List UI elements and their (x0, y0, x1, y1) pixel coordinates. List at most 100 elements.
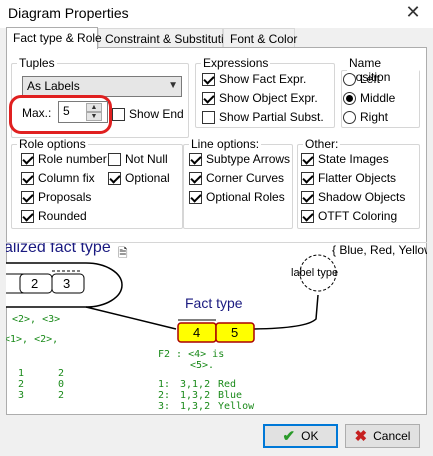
checkbox-label: Subtype Arrows (206, 152, 291, 166)
column-fix-checkbox[interactable]: Column fix (21, 171, 95, 185)
tuples-display-select[interactable]: As Labels ▼ (22, 76, 182, 97)
check-icon: ✔ (282, 428, 296, 445)
tab-font-color[interactable]: Font & Color (223, 28, 298, 48)
shadow-objects-checkbox[interactable]: Shadow Objects (301, 190, 405, 204)
fact-expression: <5>. (190, 360, 215, 371)
tuple-line: <1>, <2>, (6, 334, 59, 345)
rounded-checkbox[interactable]: Rounded (21, 209, 87, 223)
subtype-arrows-checkbox[interactable]: Subtype Arrows (189, 152, 290, 166)
checkbox-box (301, 152, 314, 166)
window-title: Diagram Properties (8, 5, 129, 21)
position-left-radio[interactable]: Left (343, 72, 380, 86)
checkbox-box (108, 171, 121, 185)
tab-label: Font & Color (230, 32, 298, 46)
state-images-checkbox[interactable]: State Images (301, 152, 389, 166)
radio-label: Right (360, 110, 389, 124)
radio-label: Left (360, 72, 381, 86)
checkbox-label: Rounded (38, 209, 87, 223)
tab-label: Constraint & Substitution (105, 32, 238, 46)
show-partial-subst-checkbox[interactable]: Show Partial Subst. (202, 110, 324, 124)
connector-line (85, 306, 177, 330)
chevron-down-icon: ▼ (168, 80, 178, 91)
label-type-text: label type (291, 267, 339, 279)
cancel-x-icon: ✖ (354, 428, 368, 445)
checkbox-box (301, 190, 314, 204)
checkbox-label: Shadow Objects (318, 190, 406, 204)
checkbox-label: Role number (38, 152, 107, 166)
ok-button[interactable]: ✔ OK (263, 424, 338, 448)
checkbox-box (21, 171, 34, 185)
right-table-cell: Blue (218, 390, 243, 401)
checkbox-label: Corner Curves (206, 171, 285, 185)
right-table-cell: 3: (158, 401, 171, 412)
otft-coloring-checkbox[interactable]: OTFT Coloring (301, 209, 397, 223)
right-table-cell: Yellow (218, 401, 255, 412)
checkbox-box (189, 171, 202, 185)
radio-label: Middle (360, 91, 396, 105)
position-middle-radio[interactable]: Middle (343, 91, 395, 105)
show-end-checkbox[interactable]: Show End (112, 107, 184, 121)
left-table-cell: 1 (18, 368, 25, 379)
proposals-checkbox[interactable]: Proposals (21, 190, 91, 204)
checkbox-label: OTFT Coloring (318, 209, 398, 223)
checkbox-box (21, 209, 34, 223)
checkbox-label: Show Object Expr. (219, 91, 318, 105)
tab-constraint-substitution[interactable]: Constraint & Substitution (98, 28, 237, 48)
corner-curves-checkbox[interactable]: Corner Curves (189, 171, 284, 185)
left-table-cell: 2 (58, 390, 65, 401)
spin-down-icon[interactable]: ▼ (86, 112, 102, 121)
checkbox-label: Proposals (38, 190, 92, 204)
checkbox-label: Optional Roles (206, 190, 285, 204)
spin-up-icon[interactable]: ▲ (86, 103, 102, 112)
radio-circle (343, 91, 356, 105)
other-legend: Other: (305, 137, 339, 151)
right-table-cell: 3,1,2 (180, 379, 211, 390)
checkbox-label: State Images (318, 152, 389, 166)
checkbox-box (112, 107, 125, 121)
right-table-cell: 1,3,2 (180, 390, 211, 401)
checkbox-box (21, 190, 34, 204)
checkbox-label: Optional (125, 171, 170, 185)
cancel-label: Cancel (373, 429, 411, 443)
tab-fact-type-role[interactable]: Fact type & Role (6, 27, 102, 49)
max-label: Max.: (22, 106, 52, 120)
checkbox-label: Show Partial Subst. (219, 110, 324, 124)
checkbox-label: Show Fact Expr. (219, 72, 307, 86)
cancel-button[interactable]: ✖ Cancel (345, 424, 420, 448)
not-null-checkbox[interactable]: Not Null (108, 152, 168, 166)
radio-circle (343, 110, 356, 124)
tuples-display-value: As Labels (27, 79, 80, 93)
flatter-objects-checkbox[interactable]: Flatter Objects (301, 171, 396, 185)
diagram-preview: alized fact type 🗎 { Blue, Red, Yellow 2… (6, 242, 427, 415)
optional-checkbox[interactable]: Optional (108, 171, 170, 185)
connector-line (245, 294, 319, 330)
left-table-cell: 0 (58, 379, 65, 390)
fact-expression: F2 : <4> is (158, 349, 225, 360)
position-right-radio[interactable]: Right (343, 110, 388, 124)
checkbox-box (202, 72, 215, 86)
role-options-legend: Role options (19, 137, 86, 151)
show-object-expr-checkbox[interactable]: Show Object Expr. (202, 91, 318, 105)
checkbox-box (189, 152, 202, 166)
checkbox-box (202, 110, 215, 124)
right-table-cell: Red (218, 379, 237, 390)
show-fact-expr-checkbox[interactable]: Show Fact Expr. (202, 72, 306, 86)
role-number-checkbox[interactable]: Role number (21, 152, 107, 166)
checkbox-box (202, 91, 215, 105)
optional-roles-checkbox[interactable]: Optional Roles (189, 190, 285, 204)
tab-label: Fact type & Role (13, 31, 102, 45)
role-number: 2 (31, 276, 39, 291)
checkbox-box (108, 152, 121, 166)
checkbox-box (21, 152, 34, 166)
ok-label: OK (301, 429, 319, 443)
close-icon[interactable]: ✕ (403, 2, 423, 23)
checkbox-label: Column fix (38, 171, 95, 185)
preview-diagram (6, 254, 337, 343)
max-spinner-buttons[interactable]: ▲ ▼ (86, 103, 102, 121)
line-options-legend: Line options: (191, 137, 260, 151)
left-table-cell: 2 (58, 368, 65, 379)
checkbox-label: Flatter Objects (318, 171, 397, 185)
right-table-cell: 1: (158, 379, 171, 390)
radio-circle (343, 72, 356, 86)
right-table-cell: 1,3,2 (180, 401, 211, 412)
